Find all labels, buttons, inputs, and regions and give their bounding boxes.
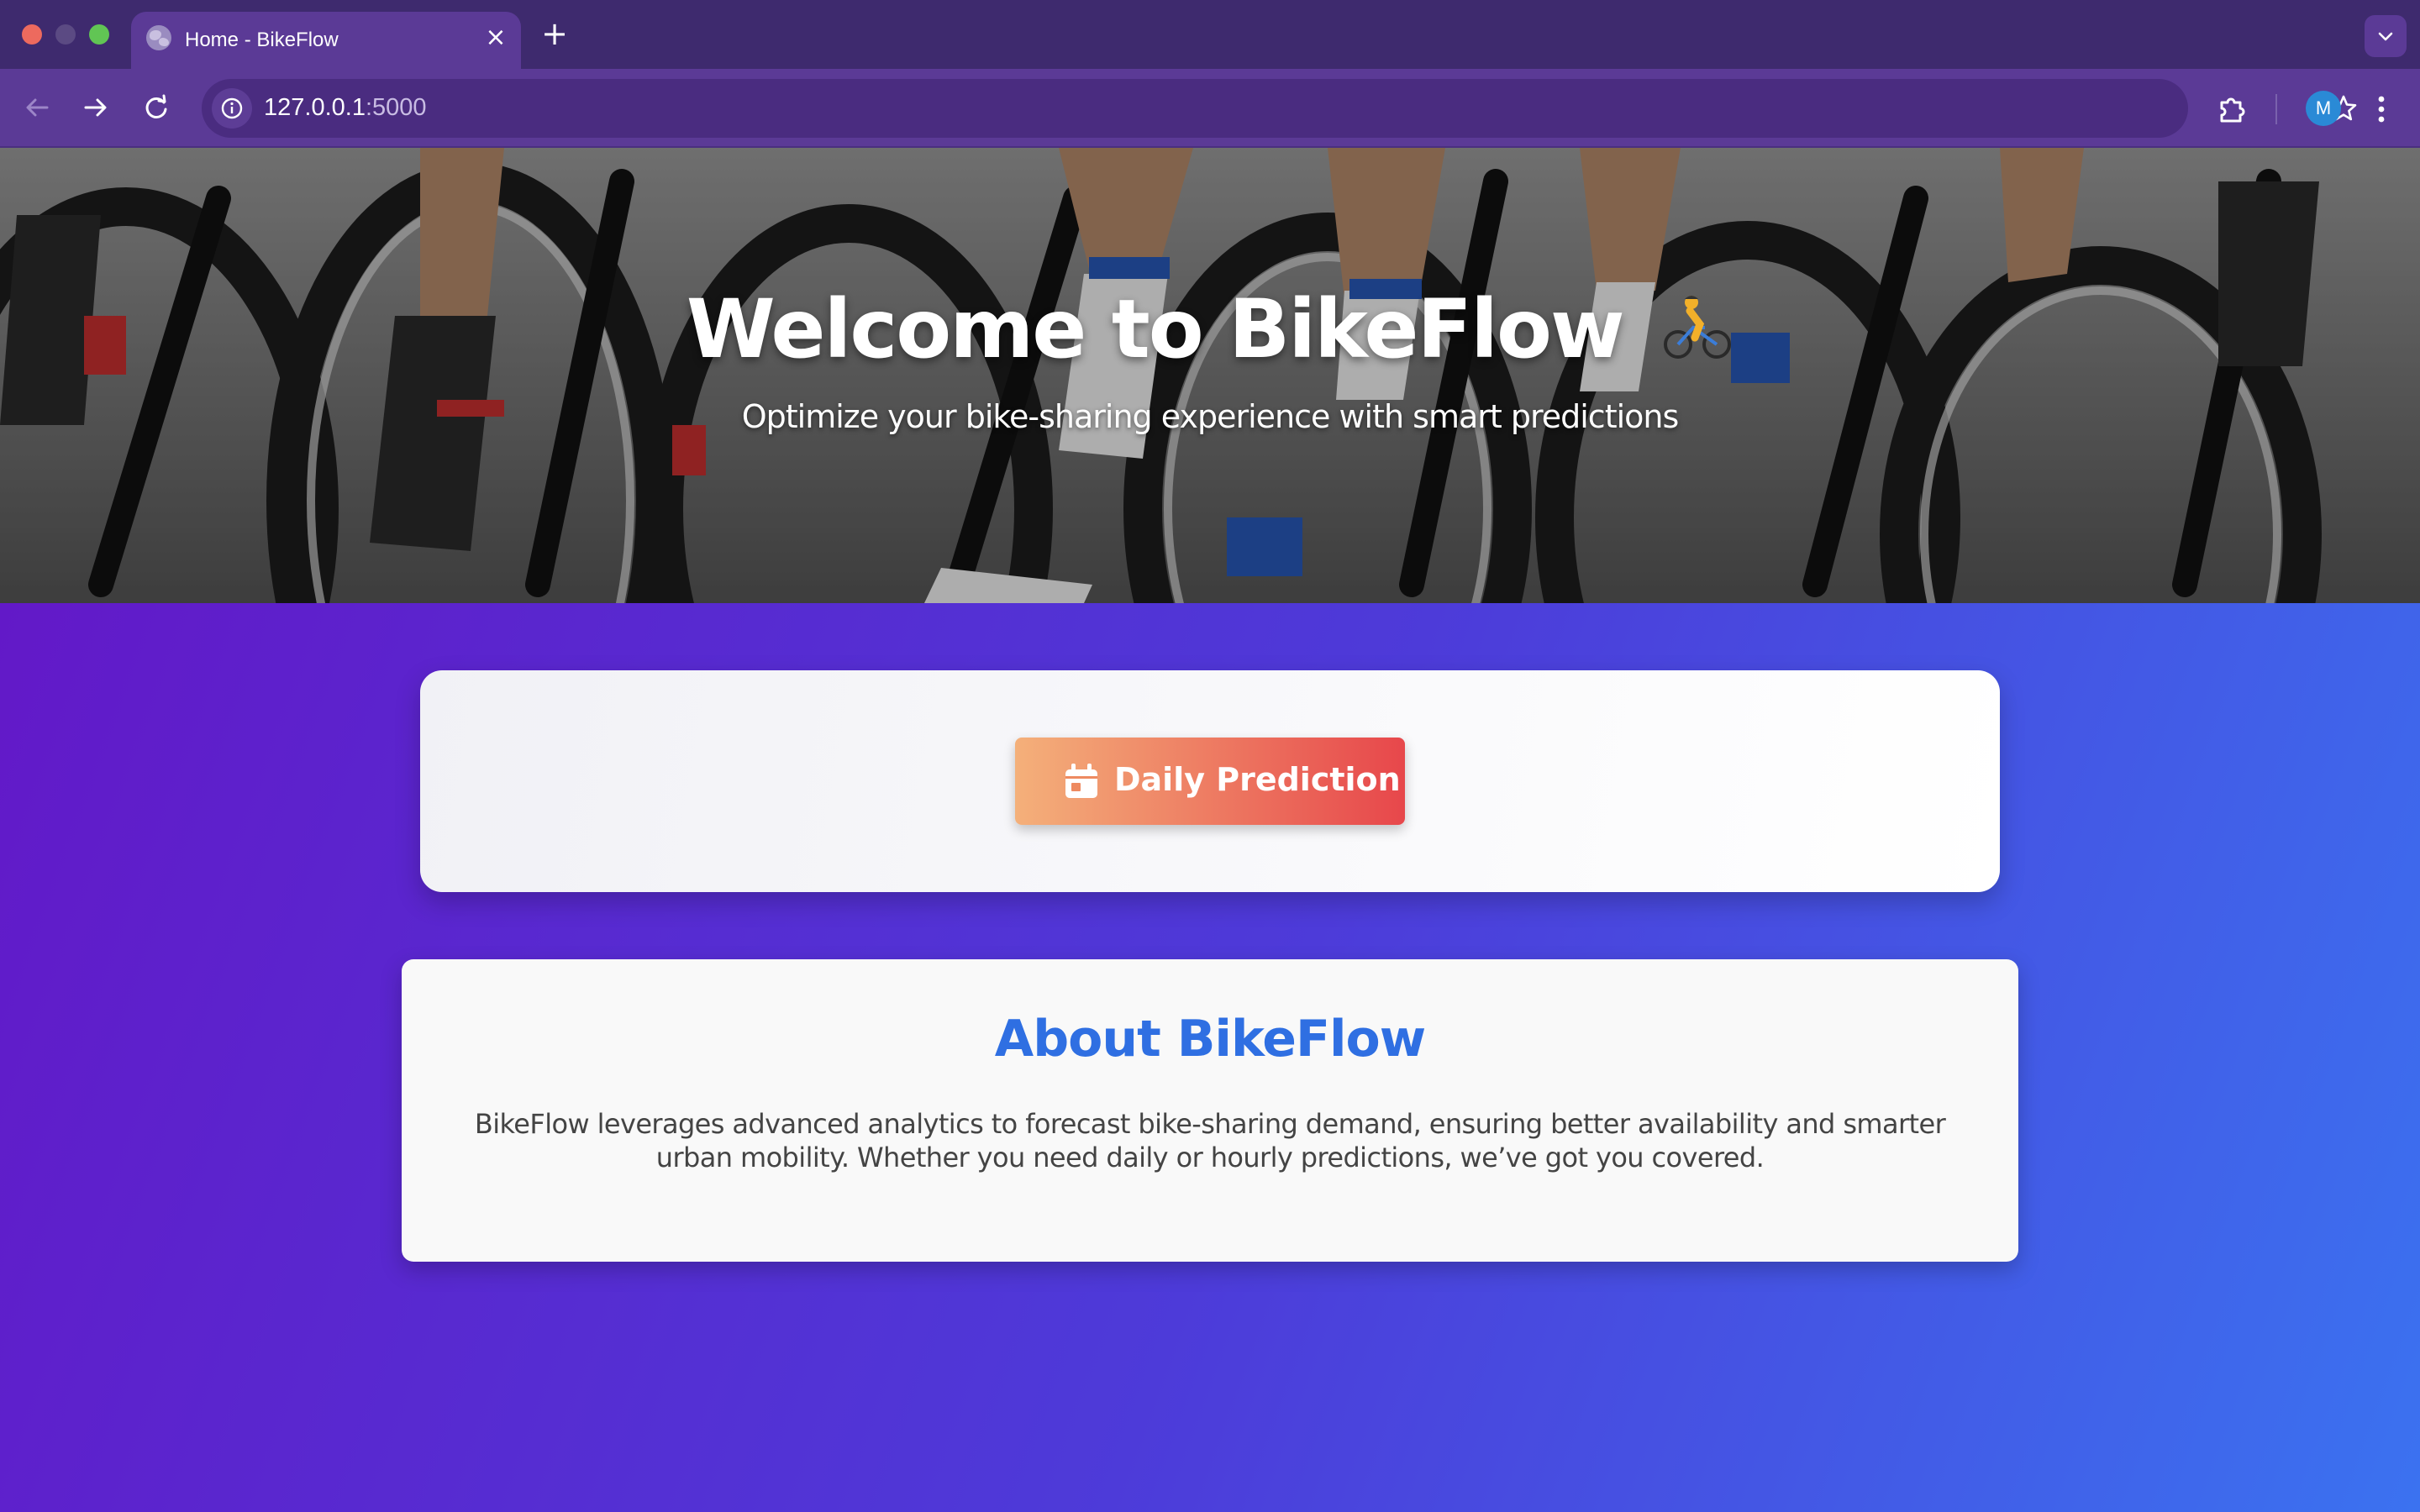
reload-button[interactable] xyxy=(138,89,175,126)
back-button[interactable] xyxy=(18,89,55,126)
info-icon xyxy=(221,97,243,119)
chevron-down-icon xyxy=(2378,32,2393,41)
about-card: About BikeFlow BikeFlow leverages advanc… xyxy=(402,959,2018,1262)
address-bar[interactable]: 127.0.0.1:5000 xyxy=(202,79,2357,138)
browser-tab[interactable]: Home - BikeFlow × xyxy=(131,12,521,69)
hero-subtitle: Optimize your bike-sharing experience wi… xyxy=(741,398,1680,435)
arrow-right-icon xyxy=(84,98,107,117)
maximize-window-button[interactable] xyxy=(89,24,109,45)
new-tab-button[interactable]: + xyxy=(538,17,571,50)
profile-avatar[interactable]: M xyxy=(2306,91,2341,126)
reload-icon xyxy=(145,94,167,118)
more-menu-icon[interactable] xyxy=(2371,92,2391,126)
hero-banner: Welcome to BikeFlow Optimize your bike-s… xyxy=(0,148,2420,603)
daily-prediction-label: Daily Prediction xyxy=(1114,761,1401,798)
arrow-left-icon xyxy=(26,98,49,117)
hero-title-text: Welcome to BikeFlow xyxy=(686,282,1625,376)
url-text: 127.0.0.1:5000 xyxy=(264,94,427,122)
url-port: :5000 xyxy=(365,94,427,121)
browser-tab-strip: Home - BikeFlow × + xyxy=(0,0,2420,69)
site-info-button[interactable] xyxy=(212,88,252,129)
tab-title: Home - BikeFlow xyxy=(185,29,339,51)
page-body: Welcome to BikeFlow Optimize your bike-s… xyxy=(0,148,2420,1512)
extensions-icon[interactable] xyxy=(2215,92,2249,126)
tab-search-button[interactable] xyxy=(2365,15,2407,57)
tab-close-button[interactable]: × xyxy=(481,24,511,54)
forward-button[interactable] xyxy=(77,89,114,126)
prediction-actions-card: Daily Prediction xyxy=(420,670,2000,892)
calendar-icon xyxy=(1065,764,1097,798)
globe-icon xyxy=(146,25,171,50)
daily-prediction-button[interactable]: Daily Prediction xyxy=(1015,738,1405,825)
close-window-button[interactable] xyxy=(22,24,42,45)
cyclist-emoji-icon xyxy=(1661,288,1733,382)
about-title: About BikeFlow xyxy=(994,1010,1426,1068)
minimize-window-button[interactable] xyxy=(55,24,76,45)
toolbar-divider xyxy=(2275,94,2277,124)
about-text: BikeFlow leverages advanced analytics to… xyxy=(474,1108,1946,1173)
browser-toolbar: 127.0.0.1:5000 M xyxy=(0,69,2420,148)
url-host: 127.0.0.1 xyxy=(264,94,366,121)
hero-title: Welcome to BikeFlow xyxy=(0,282,2420,382)
